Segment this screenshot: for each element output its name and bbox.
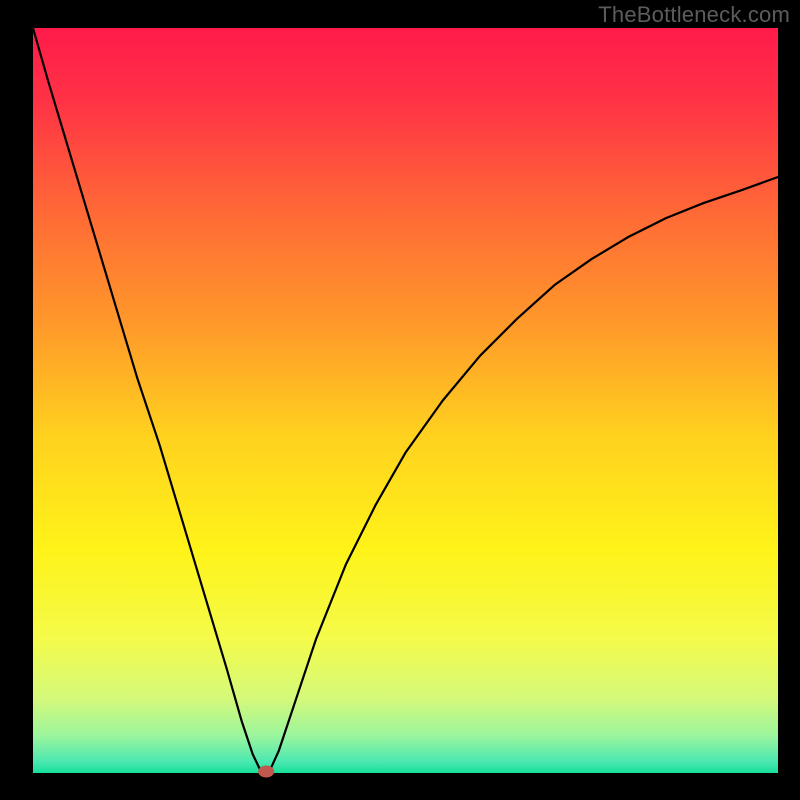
chart-frame: TheBottleneck.com <box>0 0 800 800</box>
optimal-point-marker <box>258 766 274 778</box>
bottleneck-chart <box>0 0 800 800</box>
